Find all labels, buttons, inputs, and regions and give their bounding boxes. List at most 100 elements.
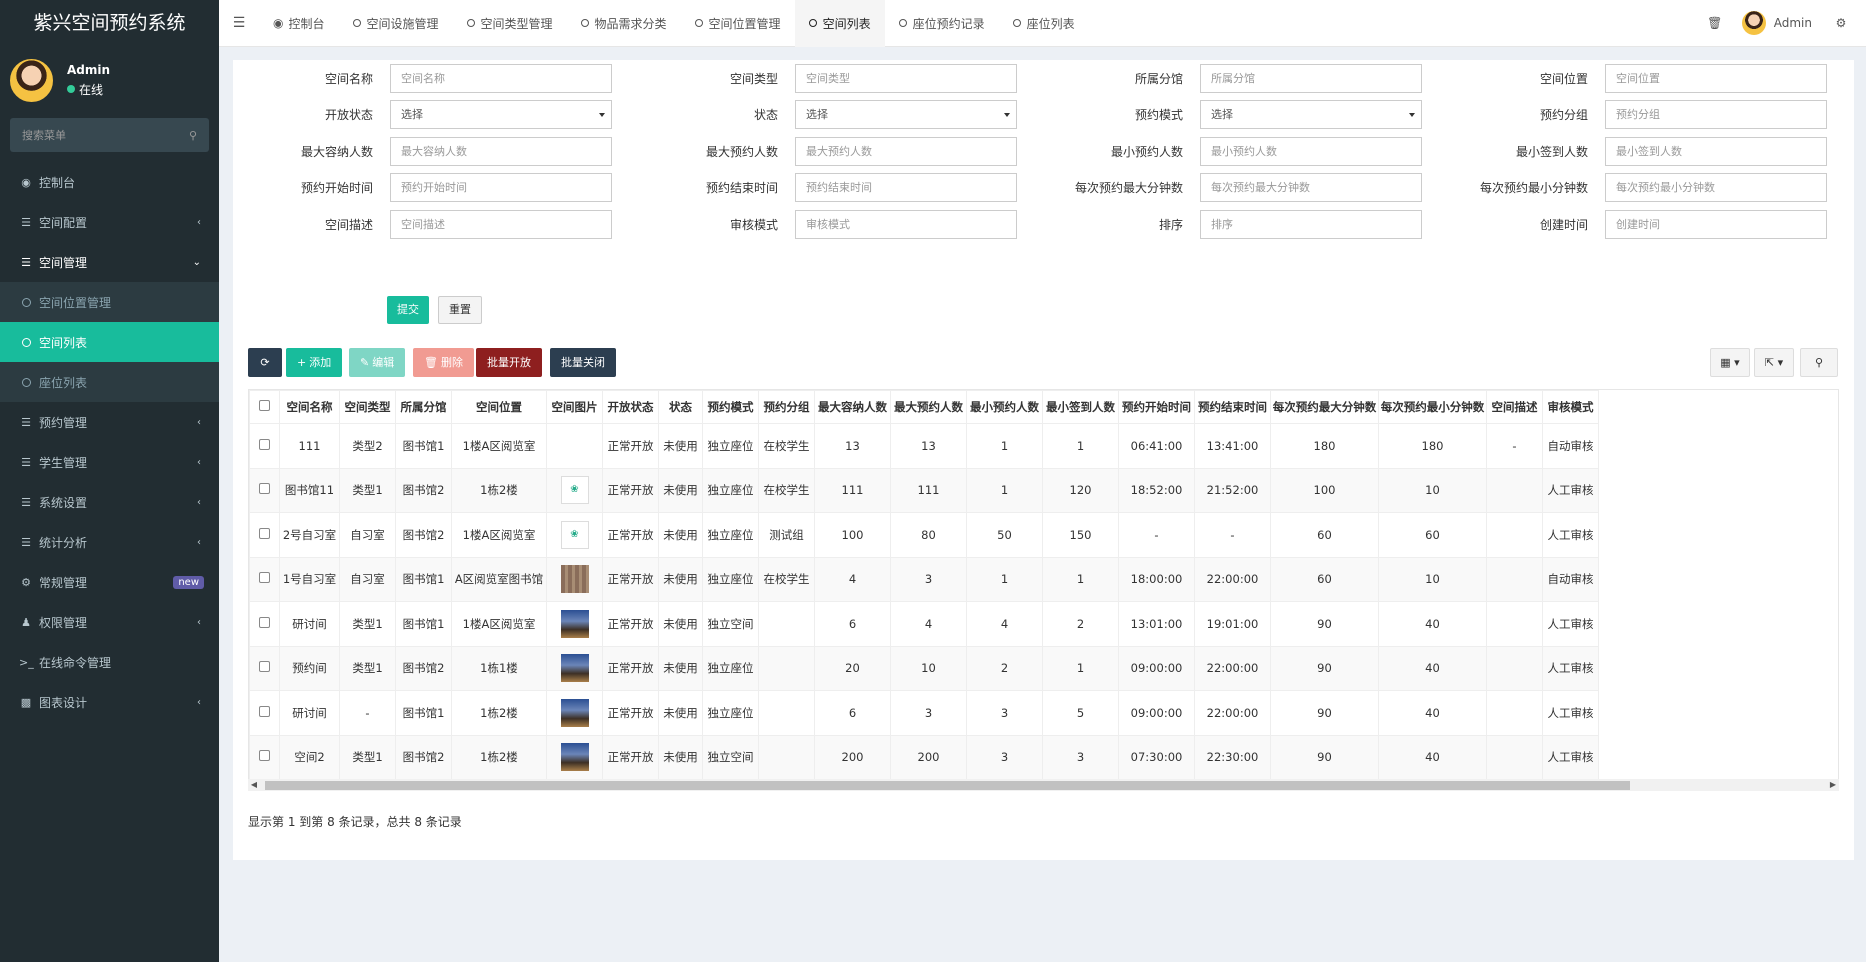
filter-input[interactable]: 每次预约最小分钟数 <box>1605 173 1827 202</box>
row-select-cell[interactable] <box>249 467 280 513</box>
tab-seat-list[interactable]: 座位列表 <box>999 0 1089 47</box>
filter-input[interactable]: 每次预约最大分钟数 <box>1200 173 1422 202</box>
column-header[interactable]: 最大预约人数 <box>890 390 967 424</box>
table-row[interactable]: 2号自习室 自习室 图书馆2 1楼A区阅览室 ❀ 正常开放 未使用 独立座位 测试组 100 80 5… <box>249 512 1599 558</box>
filter-input[interactable]: 预约开始时间 <box>390 173 612 202</box>
sidebar-item-statistics[interactable]: ☰ 统计分析 ‹ <box>0 522 219 562</box>
sidebar-search[interactable]: 搜索菜单 ⚲ <box>10 118 209 152</box>
table-search-button[interactable]: ⚲ <box>1800 348 1838 377</box>
sidebar-item-reservation[interactable]: ☰ 预约管理 ‹ <box>0 402 219 442</box>
space-image-thumbnail[interactable]: ❀ <box>560 520 589 549</box>
tab-space-location[interactable]: 空间位置管理 <box>681 0 795 47</box>
row-select-cell[interactable] <box>249 556 280 602</box>
space-image-thumbnail[interactable] <box>560 743 589 772</box>
submit-button[interactable]: 提交 <box>387 296 429 324</box>
space-image-thumbnail[interactable] <box>560 609 589 638</box>
sidebar-subitem-space-location[interactable]: 空间位置管理 <box>0 282 219 322</box>
table-row[interactable]: 111 类型2 图书馆1 1楼A区阅览室 正常开放 未使用 独立座位 在校学生 13 13 1 1 06… <box>249 423 1599 469</box>
column-header[interactable]: 空间描述 <box>1486 390 1543 424</box>
columns-toggle-button[interactable]: ▦ ▾ <box>1710 348 1750 377</box>
sidebar-subitem-space-list[interactable]: 空间列表 <box>0 322 219 362</box>
tab-facility[interactable]: 空间设施管理 <box>339 0 453 47</box>
scrollbar-thumb[interactable] <box>265 781 1630 790</box>
column-header[interactable]: 每次预约最小分钟数 <box>1378 390 1487 424</box>
app-title[interactable]: 紫兴空间预约系统 <box>0 0 219 47</box>
table-row[interactable]: 空间2 类型1 图书馆2 1栋2楼 正常开放 未使用 独立空间 200 200 3 3 07:30:0… <box>249 734 1599 780</box>
sidebar-item-dashboard[interactable]: ◉ 控制台 <box>0 162 219 202</box>
column-header[interactable]: 最小预约人数 <box>966 390 1043 424</box>
row-select-cell[interactable] <box>249 734 280 780</box>
column-header[interactable]: 状态 <box>658 390 703 424</box>
filter-select[interactable]: 选择 <box>795 100 1017 129</box>
select-all-checkbox[interactable] <box>259 400 270 411</box>
sidebar-item-general[interactable]: ⚙ 常规管理 new <box>0 562 219 602</box>
column-header[interactable]: 审核模式 <box>1542 390 1599 424</box>
tab-dashboard[interactable]: ◉ 控制台 <box>259 0 339 47</box>
column-header[interactable]: 空间图片 <box>546 390 603 424</box>
sidebar-item-space-management[interactable]: ☰ 空间管理 ⌄ <box>0 242 219 282</box>
export-button[interactable]: ⇱ ▾ <box>1754 348 1794 377</box>
column-header[interactable]: 预约分组 <box>758 390 815 424</box>
select-all-cell[interactable] <box>249 390 280 424</box>
trash-icon[interactable]: 🗑 <box>1700 16 1730 30</box>
row-select-cell[interactable] <box>249 690 280 736</box>
sidebar-item-charts[interactable]: ▩ 图表设计 ‹ <box>0 682 219 722</box>
filter-input[interactable]: 排序 <box>1200 210 1422 239</box>
space-image-thumbnail[interactable] <box>560 654 589 683</box>
delete-button[interactable]: 🗑 删除 <box>413 348 474 377</box>
row-checkbox[interactable] <box>259 438 270 450</box>
filter-input[interactable]: 空间描述 <box>390 210 612 239</box>
tab-item-category[interactable]: 物品需求分类 <box>567 0 681 47</box>
horizontal-scrollbar[interactable]: ◀ ▶ <box>248 779 1839 791</box>
filter-select[interactable]: 选择 <box>390 100 612 129</box>
filter-input[interactable]: 空间类型 <box>795 64 1017 93</box>
sidebar-item-command[interactable]: >_ 在线命令管理 <box>0 642 219 682</box>
column-header[interactable]: 所属分馆 <box>395 390 452 424</box>
search-icon[interactable]: ⚲ <box>189 129 197 142</box>
row-checkbox[interactable] <box>259 483 270 495</box>
table-row[interactable]: 图书馆11 类型1 图书馆2 1栋2楼 ❀ 正常开放 未使用 独立座位 在校学生 111 111 1 1… <box>249 467 1599 513</box>
tab-seat-reservation[interactable]: 座位预约记录 <box>885 0 999 47</box>
sidebar-item-space-config[interactable]: ☰ 空间配置 ‹ <box>0 202 219 242</box>
row-select-cell[interactable] <box>249 601 280 647</box>
filter-input[interactable]: 所属分馆 <box>1200 64 1422 93</box>
filter-select[interactable]: 选择 <box>1200 100 1422 129</box>
table-row[interactable]: 预约间 类型1 图书馆2 1栋1楼 正常开放 未使用 独立座位 20 10 2 1 09:00:00 2… <box>249 645 1599 691</box>
filter-input[interactable]: 创建时间 <box>1605 210 1827 239</box>
column-header[interactable]: 空间名称 <box>279 390 340 424</box>
row-select-cell[interactable] <box>249 423 280 469</box>
space-image-thumbnail[interactable] <box>560 698 589 727</box>
filter-input[interactable]: 预约结束时间 <box>795 173 1017 202</box>
filter-input[interactable]: 预约分组 <box>1605 100 1827 129</box>
filter-input[interactable]: 最大容纳人数 <box>390 137 612 166</box>
column-header[interactable]: 预约模式 <box>702 390 759 424</box>
table-row[interactable]: 研讨间 类型1 图书馆1 1楼A区阅览室 正常开放 未使用 独立空间 6 4 4 2 13:01:00… <box>249 601 1599 647</box>
filter-input[interactable]: 最小签到人数 <box>1605 137 1827 166</box>
sidebar-item-system[interactable]: ☰ 系统设置 ‹ <box>0 482 219 522</box>
row-checkbox[interactable] <box>259 661 270 673</box>
batch-open-button[interactable]: 批量开放 <box>476 348 542 377</box>
column-header[interactable]: 最小签到人数 <box>1042 390 1119 424</box>
sidebar-search-input[interactable]: 搜索菜单 <box>22 127 66 143</box>
top-user-name[interactable]: Admin <box>1774 16 1812 30</box>
top-avatar[interactable] <box>1741 11 1766 35</box>
filter-input[interactable]: 审核模式 <box>795 210 1017 239</box>
column-header[interactable]: 每次预约最大分钟数 <box>1270 390 1379 424</box>
table-row[interactable]: 研讨间 - 图书馆1 1栋2楼 正常开放 未使用 独立座位 6 3 3 5 09:00:00 22:00… <box>249 690 1599 736</box>
cogs-icon[interactable]: ⚙ <box>1826 16 1856 30</box>
batch-close-button[interactable]: 批量关闭 <box>550 348 616 377</box>
sidebar-item-permissions[interactable]: ♟ 权限管理 ‹ <box>0 602 219 642</box>
column-header[interactable]: 空间类型 <box>339 390 396 424</box>
sidebar-subitem-seat-list[interactable]: 座位列表 <box>0 362 219 402</box>
scroll-left-arrow-icon[interactable]: ◀ <box>248 779 260 791</box>
menu-toggle-icon[interactable]: ☰ <box>219 15 259 31</box>
column-header[interactable]: 开放状态 <box>602 390 659 424</box>
tab-space-list[interactable]: 空间列表 <box>794 0 885 47</box>
space-image-thumbnail[interactable]: ❀ <box>560 476 589 505</box>
column-header[interactable]: 最大容纳人数 <box>814 390 891 424</box>
filter-input[interactable]: 最小预约人数 <box>1200 137 1422 166</box>
sidebar-item-students[interactable]: ☰ 学生管理 ‹ <box>0 442 219 482</box>
reset-button[interactable]: 重置 <box>438 296 482 324</box>
filter-input[interactable]: 空间位置 <box>1605 64 1827 93</box>
row-checkbox[interactable] <box>259 527 270 539</box>
